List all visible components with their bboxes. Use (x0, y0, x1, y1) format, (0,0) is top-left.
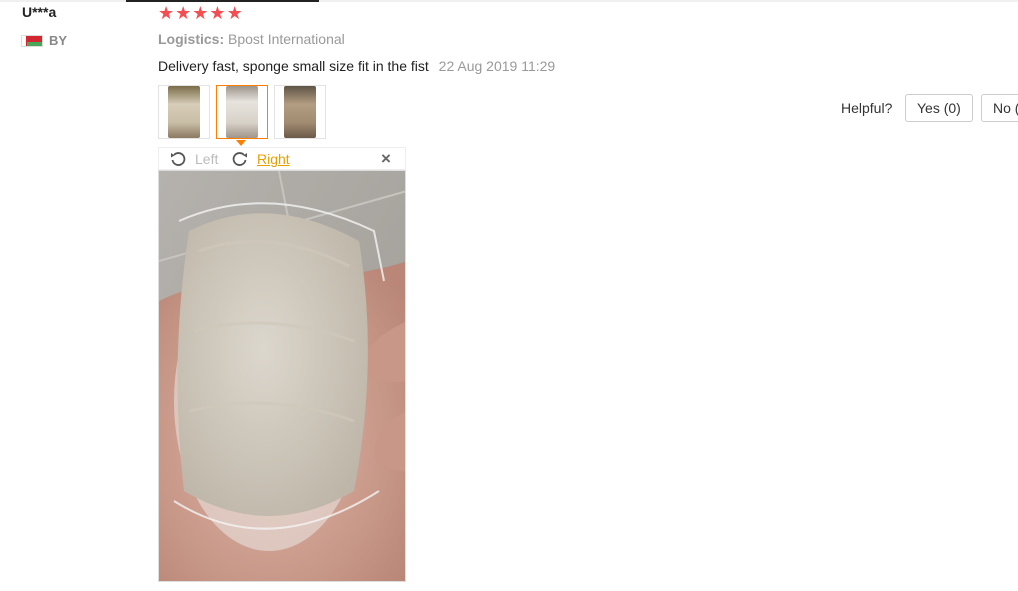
helpful-no-button[interactable]: No ( (981, 94, 1018, 122)
rotate-left-icon (171, 152, 186, 166)
reviewer-name: U***a (22, 4, 57, 20)
rotate-right-button[interactable]: Right (231, 150, 290, 168)
star-icon: ★ (226, 3, 243, 23)
sponge-photo (159, 171, 405, 581)
rotate-right-label: Right (257, 151, 290, 167)
star-icon: ★ (158, 3, 175, 23)
helpful-label: Helpful? (841, 100, 893, 116)
logistics-info: Logistics: Bpost International (158, 31, 345, 47)
logistics-label: Logistics: (158, 31, 225, 47)
photo-viewer-toolbar: Left Right × (158, 147, 406, 170)
close-icon[interactable]: × (381, 149, 391, 169)
logistics-value: Bpost International (228, 31, 345, 47)
belarus-flag-icon (21, 34, 43, 47)
review-photo-thumb-2[interactable] (216, 85, 268, 139)
rotate-left-label: Left (195, 151, 219, 167)
photo-thumbnail (168, 86, 200, 138)
review-photo-thumb-1[interactable] (158, 85, 210, 139)
review-content: Delivery fast, sponge small size fit in … (158, 58, 555, 74)
photo-thumbnail (226, 86, 258, 138)
review-photo-strip (158, 85, 326, 139)
country-code: BY (49, 33, 68, 48)
review-date: 22 Aug 2019 11:29 (438, 58, 556, 74)
helpful-yes-button[interactable]: Yes (0) (905, 94, 973, 122)
star-icon: ★ (175, 3, 192, 23)
star-icon: ★ (192, 3, 209, 23)
review-photo-thumb-3[interactable] (274, 85, 326, 139)
star-icon: ★ (209, 3, 226, 23)
star-rating: ★ ★ ★ ★ ★ (158, 4, 243, 22)
rotate-left-button[interactable]: Left (169, 150, 218, 168)
active-thumb-caret-icon (236, 140, 246, 146)
review-text: Delivery fast, sponge small size fit in … (158, 58, 429, 74)
active-tab-indicator (126, 0, 319, 2)
rotate-right-icon (232, 152, 247, 166)
photo-thumbnail (284, 86, 316, 138)
reviewer-country: BY (21, 33, 67, 48)
enlarged-review-photo (158, 170, 406, 582)
